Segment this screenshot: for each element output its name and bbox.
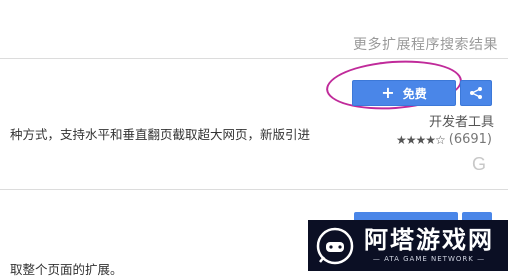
- add-free-button[interactable]: + 免费: [352, 80, 456, 106]
- divider: [0, 58, 508, 59]
- rating: ★★★★☆ (6691): [396, 132, 492, 147]
- share-button[interactable]: [460, 80, 492, 106]
- category-label: 开发者工具: [428, 115, 494, 130]
- add-free-button-label: 免费: [402, 86, 427, 101]
- plus-icon: +: [381, 83, 395, 102]
- more-results-link[interactable]: 更多扩展程序搜索结果: [353, 34, 498, 54]
- google-g-icon: G: [471, 154, 486, 174]
- watermark-overlay: 阿塔游戏网 — ATA GAME NETWORK —: [308, 220, 508, 271]
- star-rating-icon: ★★★★☆: [395, 132, 446, 147]
- watermark-subtitle: — ATA GAME NETWORK —: [372, 255, 486, 263]
- extension-description: 种方式，支持水平和垂直翻页截取超大网页，新版引进: [10, 127, 311, 142]
- gamepad-logo-icon: [316, 227, 354, 265]
- extension-description: 取整个页面的扩展。: [10, 262, 123, 277]
- rating-count: (6691): [448, 132, 492, 147]
- watermark-title: 阿塔游戏网: [364, 226, 494, 254]
- divider: [0, 189, 508, 190]
- share-icon: [470, 87, 482, 99]
